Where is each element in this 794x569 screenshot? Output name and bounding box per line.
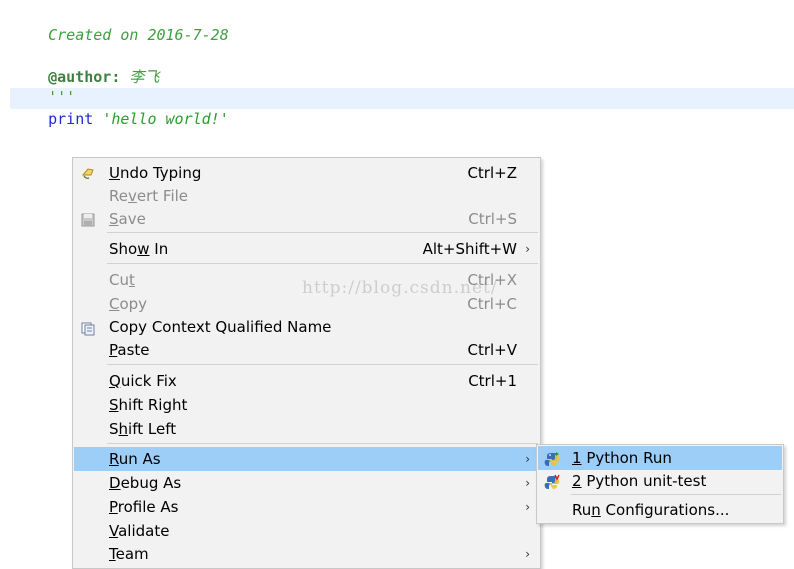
chevron-right-icon: › — [525, 476, 530, 490]
menu-item-shortcut: Ctrl+Z — [467, 164, 517, 182]
copy-qualified-name-icon — [80, 319, 96, 336]
editor-context-menu: Undo Typing Ctrl+Z Revert File Save Ctrl… — [72, 157, 541, 569]
menu-separator — [571, 494, 781, 495]
menu-item-shift-left[interactable]: Shift Left — [74, 417, 539, 441]
menu-item-validate[interactable]: Validate — [74, 519, 539, 543]
menu-separator — [107, 364, 538, 365]
menu-item-shortcut: Alt+Shift+W — [422, 240, 517, 258]
menu-separator — [107, 263, 538, 264]
menu-item-label: 2 Python unit-test — [572, 472, 707, 490]
menu-item-label: 1 Python Run — [572, 449, 672, 467]
menu-item-label: Shift Left — [109, 420, 177, 438]
python-run-icon — [544, 450, 560, 466]
menu-item-label: Team — [109, 545, 149, 563]
code-line-created: Created on 2016-7-28 — [12, 4, 229, 44]
watermark: http://blog.csdn.net/ — [302, 278, 498, 298]
menu-item-undo-typing[interactable]: Undo Typing Ctrl+Z — [74, 161, 539, 185]
undo-icon — [80, 165, 96, 181]
docstring-created: Created on 2016-7-28 — [48, 26, 229, 44]
menu-item-label: Copy Context Qualified Name — [109, 318, 332, 336]
python-unittest-icon — [544, 473, 560, 489]
menu-item-run-as[interactable]: Run As › — [74, 447, 539, 471]
menu-item-label: Save — [109, 210, 146, 228]
chevron-right-icon: › — [525, 452, 530, 466]
menu-item-team[interactable]: Team › — [74, 542, 539, 566]
keyword-print: print — [48, 110, 94, 128]
menu-item-shortcut: Ctrl+V — [467, 341, 517, 359]
menu-item-label: Quick Fix — [109, 372, 177, 390]
menu-item-label: Undo Typing — [109, 164, 202, 182]
menu-item-quick-fix[interactable]: Quick Fix Ctrl+1 — [74, 369, 539, 393]
submenu-item-python-unit-test[interactable]: 2 Python unit-test — [538, 469, 782, 493]
menu-item-label: Run Configurations... — [572, 501, 730, 519]
menu-item-show-in[interactable]: Show In Alt+Shift+W › — [74, 237, 539, 261]
menu-item-debug-as[interactable]: Debug As › — [74, 471, 539, 495]
menu-item-shortcut: Ctrl+1 — [468, 372, 517, 390]
chevron-right-icon: › — [525, 242, 530, 256]
code-line-author: @author: 李飞 — [12, 46, 159, 86]
submenu-item-run-configurations[interactable]: Run Configurations... — [538, 498, 782, 522]
menu-item-label: Copy — [109, 295, 148, 313]
submenu-item-python-run[interactable]: 1 Python Run — [538, 446, 782, 470]
chevron-right-icon: › — [525, 547, 530, 561]
menu-item-shift-right[interactable]: Shift Right — [74, 393, 539, 417]
menu-separator — [107, 443, 538, 444]
string-literal: 'hello world!' — [102, 110, 229, 128]
menu-item-label: Run As — [109, 450, 161, 468]
menu-item-paste[interactable]: Paste Ctrl+V — [74, 338, 539, 362]
menu-item-save[interactable]: Save Ctrl+S — [74, 207, 539, 231]
docstring-author-value: 李飞 — [120, 68, 160, 86]
code-line-print: print 'hello world!' — [12, 88, 229, 128]
code-line-docstring-end: ''' — [12, 66, 75, 106]
menu-item-label: Validate — [109, 522, 170, 540]
menu-separator — [107, 232, 538, 233]
menu-item-label: Debug As — [109, 474, 182, 492]
menu-item-label: Profile As — [109, 498, 179, 516]
menu-item-label: Revert File — [109, 187, 189, 205]
menu-item-copy-qualified-name[interactable]: Copy Context Qualified Name — [74, 315, 539, 339]
save-icon — [80, 211, 96, 227]
run-as-submenu: 1 Python Run 2 Python unit-test Run Conf… — [536, 444, 784, 524]
menu-item-label: Cut — [109, 271, 135, 289]
menu-item-label: Show In — [109, 240, 169, 258]
menu-item-profile-as[interactable]: Profile As › — [74, 495, 539, 519]
chevron-right-icon: › — [525, 500, 530, 514]
menu-item-revert-file[interactable]: Revert File — [74, 184, 539, 208]
menu-item-shortcut: Ctrl+S — [468, 210, 517, 228]
menu-item-label: Shift Right — [109, 396, 188, 414]
menu-item-label: Paste — [109, 341, 150, 359]
